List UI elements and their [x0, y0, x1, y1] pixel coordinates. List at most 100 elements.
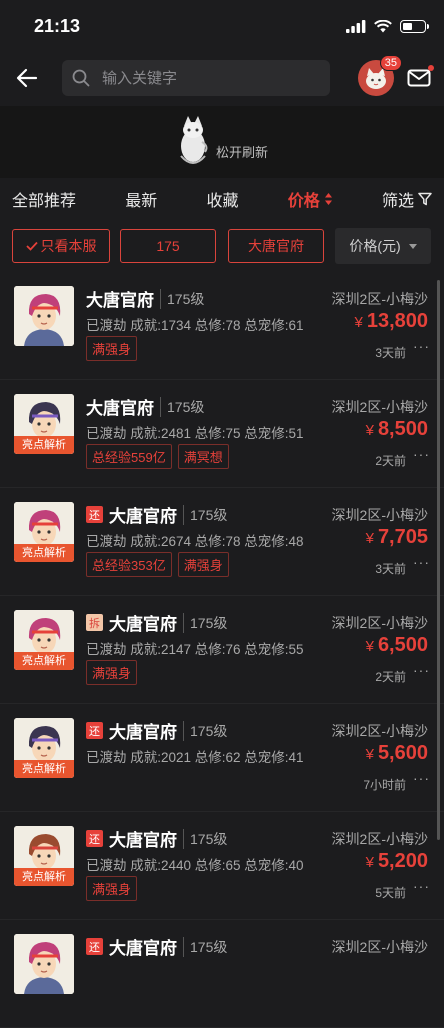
price-value: 5,200 — [377, 850, 428, 872]
tab-filter[interactable]: 筛选 — [382, 187, 432, 211]
character-level: 175级 — [183, 720, 227, 741]
mail-button[interactable] — [404, 63, 434, 93]
more-options-icon[interactable]: ··· — [413, 878, 430, 894]
server-name: 深圳2区-小梅沙 — [331, 723, 428, 739]
more-options-icon[interactable]: ··· — [413, 770, 430, 786]
character-stats: 已渡劫 成就:2481 总修:75 总宠修:51 — [86, 426, 304, 441]
character-stats: 已渡劫 成就:1734 总修:78 总宠修:61 — [86, 318, 304, 333]
server-name: 深圳2区-小梅沙 — [331, 939, 428, 955]
pull-refresh-area: 松开刷新 — [0, 106, 444, 178]
tab-label: 价格 — [287, 193, 320, 210]
trade-badge: 还 — [86, 506, 103, 523]
character-thumbnail: 亮点解析 — [14, 394, 74, 454]
character-level: 175级 — [183, 612, 227, 633]
highlight-tag[interactable]: 亮点解析 — [14, 436, 74, 454]
school-chip[interactable]: 大唐官府 — [228, 229, 324, 263]
mail-icon — [407, 69, 431, 87]
listing-item[interactable]: 亮点解析 还 大唐官府 175级 深圳2区-小梅沙 已渡劫 成就:2674 总修:… — [0, 488, 444, 596]
server-name: 深圳2区-小梅沙 — [331, 507, 428, 523]
server-name: 深圳2区-小梅沙 — [331, 831, 428, 847]
more-options-icon[interactable]: ··· — [413, 446, 430, 462]
nav-bar: 35 — [0, 52, 444, 104]
character-thumbnail: 亮点解析 — [14, 610, 74, 670]
currency-symbol: ¥ — [365, 854, 374, 871]
highlight-tag[interactable]: 亮点解析 — [14, 868, 74, 886]
listing-item[interactable]: 还 大唐官府 175级 深圳2区-小梅沙 — [0, 920, 444, 1028]
character-thumbnail: 亮点解析 — [14, 826, 74, 886]
mascot-icon — [180, 116, 208, 164]
character-level: 175级 — [183, 936, 227, 957]
feature-tag: 总经验559亿 — [86, 444, 172, 469]
more-options-icon[interactable]: ··· — [413, 662, 430, 678]
highlight-tag[interactable]: 亮点解析 — [14, 652, 74, 670]
trade-badge: 还 — [86, 938, 103, 955]
back-button[interactable] — [10, 61, 44, 95]
feature-tag: 总经验353亿 — [86, 552, 172, 577]
listing: 大唐官府 175级 深圳2区-小梅沙已渡劫 成就:1734 总修:78 总宠修:… — [0, 272, 444, 1028]
tab-price[interactable]: 价格 — [288, 187, 333, 211]
search-box[interactable] — [62, 60, 330, 96]
feature-tag: 满强身 — [86, 660, 138, 685]
currency-symbol: ¥ — [365, 746, 374, 763]
arrow-left-icon — [16, 68, 38, 88]
only-this-server-chip[interactable]: 只看本服 — [12, 229, 110, 263]
server-name: 深圳2区-小梅沙 — [331, 399, 428, 415]
tab-label: 最新 — [125, 193, 158, 210]
price: ¥5,600 — [366, 742, 428, 765]
listing-item[interactable]: 亮点解析 拆 大唐官府 175级 深圳2区-小梅沙 已渡劫 成就:2147 总修:… — [0, 596, 444, 704]
filter-row: 只看本服 175 大唐官府 价格(元) — [0, 220, 444, 272]
currency-symbol: ¥ — [365, 638, 374, 655]
listing-item[interactable]: 亮点解析 还 大唐官府 175级 深圳2区-小梅沙 已渡劫 成就:2021 总修:… — [0, 704, 444, 812]
tab-latest[interactable]: 最新 — [125, 187, 157, 211]
unread-dot — [428, 65, 434, 71]
character-thumbnail: 亮点解析 — [14, 502, 74, 562]
tab-favorites[interactable]: 收藏 — [206, 187, 238, 211]
wifi-icon — [374, 19, 392, 32]
currency-symbol: ¥ — [365, 422, 374, 439]
character-level: 175级 — [160, 288, 204, 309]
search-input[interactable] — [100, 68, 304, 88]
feature-tags: 满强身 — [86, 876, 138, 901]
trade-badge: 拆 — [86, 614, 103, 631]
character-name: 大唐官府 — [86, 399, 154, 418]
listed-time: 3天前 — [375, 346, 406, 360]
level-chip[interactable]: 175 — [120, 229, 216, 263]
feature-tags: 总经验353亿 满强身 — [86, 552, 229, 577]
character-level: 175级 — [183, 504, 227, 525]
character-name: 大唐官府 — [109, 615, 177, 634]
character-stats: 已渡劫 成就:2021 总修:62 总宠修:41 — [86, 750, 304, 765]
character-thumbnail — [14, 934, 74, 994]
tab-label: 筛选 — [381, 193, 414, 210]
feature-tag: 满强身 — [86, 876, 138, 901]
chip-label: 只看本服 — [40, 238, 97, 254]
price-unit-dropdown[interactable]: 价格(元) — [335, 228, 431, 264]
listed-time: 7小时前 — [363, 778, 406, 792]
character-name: 大唐官府 — [109, 507, 177, 526]
highlight-tag[interactable]: 亮点解析 — [14, 760, 74, 778]
dropdown-label: 价格(元) — [349, 238, 401, 254]
signal-icon — [346, 19, 366, 33]
character-stats: 已渡劫 成就:2147 总修:76 总宠修:55 — [86, 642, 304, 657]
more-options-icon[interactable]: ··· — [413, 554, 430, 570]
highlight-tag[interactable]: 亮点解析 — [14, 544, 74, 562]
feature-tag: 满冥想 — [177, 444, 229, 469]
feature-tag: 满强身 — [86, 336, 138, 361]
character-portrait-icon — [14, 934, 74, 994]
status-time: 21:13 — [34, 15, 81, 36]
server-name: 深圳2区-小梅沙 — [331, 291, 428, 307]
trade-badge: 还 — [86, 722, 103, 739]
trade-badge: 还 — [86, 830, 103, 847]
listing-item[interactable]: 亮点解析 还 大唐官府 175级 深圳2区-小梅沙 已渡劫 成就:2440 总修:… — [0, 812, 444, 920]
character-level: 175级 — [183, 828, 227, 849]
listing-item[interactable]: 大唐官府 175级 深圳2区-小梅沙 已渡劫 成就:1734 总修:78 总宠修:… — [0, 272, 444, 380]
listing-item[interactable]: 亮点解析 大唐官府 175级 深圳2区-小梅沙 已渡劫 成就:2481 总修:75… — [0, 380, 444, 488]
price-value: 6,500 — [377, 634, 428, 656]
tab-recommended[interactable]: 全部推荐 — [12, 187, 76, 211]
notification-badge: 35 — [379, 55, 402, 71]
feature-tags: 满强身 — [86, 660, 138, 685]
scrollbar[interactable] — [437, 280, 440, 840]
more-options-icon[interactable]: ··· — [413, 338, 430, 354]
avatar[interactable]: 35 — [358, 55, 402, 96]
filter-funnel-icon — [418, 192, 432, 206]
listed-time: 2天前 — [375, 670, 406, 684]
